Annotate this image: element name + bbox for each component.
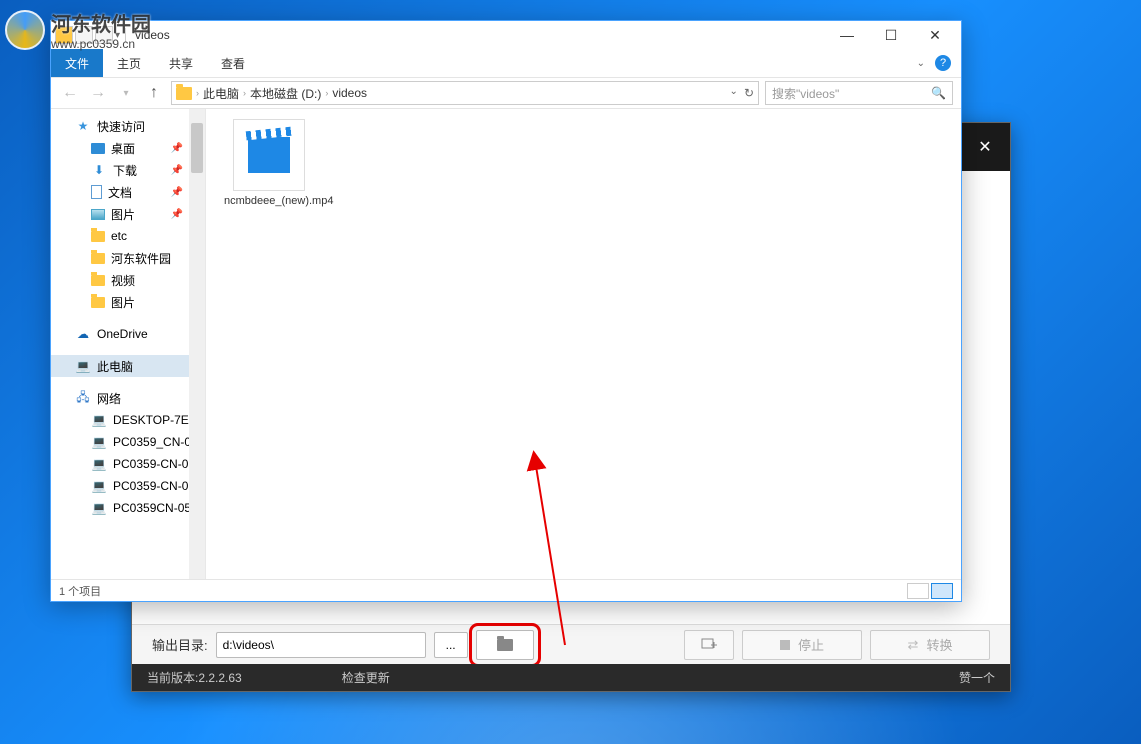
folder-icon bbox=[91, 275, 105, 286]
pc-icon: 💻 bbox=[91, 456, 107, 472]
folder-icon bbox=[91, 297, 105, 308]
search-input[interactable]: 搜索"videos" 🔍 bbox=[765, 81, 953, 105]
ribbon: 文件 主页 共享 查看 ⌄ ? bbox=[51, 49, 961, 77]
ribbon-collapse-icon[interactable]: ⌄ bbox=[917, 58, 925, 69]
file-item[interactable]: ncmbdeee_(new).mp4 bbox=[224, 119, 314, 207]
browse-button[interactable]: ... bbox=[434, 632, 468, 658]
tab-file[interactable]: 文件 bbox=[51, 49, 103, 77]
nav-up-button[interactable]: ↑ bbox=[143, 82, 165, 104]
breadcrumb-dropdown-icon[interactable]: ⌄ bbox=[730, 86, 738, 100]
add-button[interactable] bbox=[684, 630, 734, 660]
pc-icon: 💻 bbox=[91, 478, 107, 494]
download-icon: ⬇ bbox=[91, 162, 107, 178]
stop-icon bbox=[780, 640, 790, 650]
star-icon: ★ bbox=[75, 118, 91, 134]
cloud-icon: ☁ bbox=[75, 326, 91, 342]
watermark-title: 河东软件园 bbox=[51, 8, 151, 37]
pictures-icon bbox=[91, 209, 105, 220]
scrollbar-thumb[interactable] bbox=[191, 123, 203, 173]
sidebar-net-item[interactable]: 💻PC0359-CN-01 bbox=[51, 453, 205, 475]
desktop-icon bbox=[91, 143, 105, 154]
pin-icon: 📌 bbox=[171, 143, 183, 154]
pin-icon: 📌 bbox=[171, 187, 183, 198]
output-dir-label: 输出目录: bbox=[152, 635, 208, 654]
view-icons-button[interactable] bbox=[931, 583, 953, 599]
pin-icon: 📌 bbox=[171, 165, 183, 176]
pc-icon: 💻 bbox=[91, 412, 107, 428]
breadcrumb[interactable]: ›此电脑 ›本地磁盘 (D:) ›videos ⌄ ↻ bbox=[171, 81, 759, 105]
stop-button[interactable]: 停止 bbox=[742, 630, 862, 660]
convert-button[interactable]: ⇄ 转换 bbox=[870, 630, 990, 660]
tab-share[interactable]: 共享 bbox=[155, 49, 207, 77]
help-icon[interactable]: ? bbox=[935, 55, 951, 71]
nav-recent-button[interactable]: ▾ bbox=[115, 82, 137, 104]
pc-icon: 💻 bbox=[91, 434, 107, 450]
sidebar-onedrive[interactable]: ☁OneDrive bbox=[51, 323, 205, 345]
convert-icon: ⇄ bbox=[908, 637, 919, 653]
converter-bottombar: 输出目录: d:\videos\ ... 停止 ⇄ 转换 bbox=[132, 624, 1010, 664]
folder-icon bbox=[176, 87, 192, 100]
item-count: 1 个项目 bbox=[59, 583, 101, 599]
sidebar-downloads[interactable]: ⬇下载📌 bbox=[51, 159, 205, 181]
file-name: ncmbdeee_(new).mp4 bbox=[224, 195, 314, 207]
network-icon: 🖧 bbox=[75, 390, 91, 406]
sidebar-etc[interactable]: etc bbox=[51, 225, 205, 247]
pin-icon: 📌 bbox=[171, 209, 183, 220]
minimize-button[interactable]: — bbox=[825, 22, 869, 48]
sidebar-this-pc[interactable]: 💻此电脑 bbox=[51, 355, 205, 377]
view-details-button[interactable] bbox=[907, 583, 929, 599]
converter-statusbar: 当前版本:2.2.2.63 检查更新 赞一个 bbox=[132, 664, 1010, 691]
sidebar-pic2[interactable]: 图片 bbox=[51, 291, 205, 313]
check-update-link[interactable]: 检查更新 bbox=[342, 669, 959, 686]
watermark-url: www.pc0359.cn bbox=[51, 37, 151, 51]
sidebar-desktop[interactable]: 桌面📌 bbox=[51, 137, 205, 159]
sidebar-net-item[interactable]: 💻PC0359-CN-02 bbox=[51, 475, 205, 497]
like-link[interactable]: 赞一个 bbox=[959, 669, 995, 686]
nav-back-button[interactable]: ← bbox=[59, 82, 81, 104]
maximize-button[interactable]: ☐ bbox=[869, 22, 913, 48]
output-dir-input[interactable]: d:\videos\ bbox=[216, 632, 426, 658]
converter-close-icon[interactable]: ✕ bbox=[970, 132, 1000, 162]
status-bar: 1 个项目 bbox=[51, 579, 961, 601]
search-icon: 🔍 bbox=[931, 86, 946, 100]
folder-icon bbox=[91, 253, 105, 264]
sidebar-net-item[interactable]: 💻DESKTOP-7ETC bbox=[51, 409, 205, 431]
sidebar-pictures[interactable]: 图片📌 bbox=[51, 203, 205, 225]
sidebar-net-item[interactable]: 💻PC0359_CN-08 bbox=[51, 431, 205, 453]
nav-forward-button[interactable]: → bbox=[87, 82, 109, 104]
file-list[interactable]: ncmbdeee_(new).mp4 bbox=[206, 109, 961, 579]
explorer-window: ▾ videos — ☐ ✕ 文件 主页 共享 查看 ⌄ ? ← → ▾ ↑ ›… bbox=[50, 20, 962, 602]
watermark: 河东软件园 www.pc0359.cn bbox=[5, 8, 151, 51]
tab-view[interactable]: 查看 bbox=[207, 49, 259, 77]
folder-icon bbox=[91, 231, 105, 242]
sidebar-quick-access[interactable]: ★快速访问 bbox=[51, 115, 205, 137]
folder-icon bbox=[497, 639, 513, 651]
address-bar: ← → ▾ ↑ ›此电脑 ›本地磁盘 (D:) ›videos ⌄ ↻ 搜索"v… bbox=[51, 77, 961, 109]
explorer-titlebar[interactable]: ▾ videos — ☐ ✕ bbox=[51, 21, 961, 49]
pc-icon: 💻 bbox=[75, 358, 91, 374]
close-button[interactable]: ✕ bbox=[913, 22, 957, 48]
sidebar-network[interactable]: 🖧网络 bbox=[51, 387, 205, 409]
sidebar-hedong[interactable]: 河东软件园 bbox=[51, 247, 205, 269]
sidebar-video[interactable]: 视频 bbox=[51, 269, 205, 291]
document-icon bbox=[91, 185, 102, 199]
video-file-icon bbox=[233, 119, 305, 191]
tab-home[interactable]: 主页 bbox=[103, 49, 155, 77]
sidebar-net-item[interactable]: 💻PC0359CN-05- bbox=[51, 497, 205, 519]
open-folder-button[interactable] bbox=[476, 630, 534, 660]
sidebar-documents[interactable]: 文档📌 bbox=[51, 181, 205, 203]
pc-icon: 💻 bbox=[91, 500, 107, 516]
refresh-icon[interactable]: ↻ bbox=[744, 86, 754, 100]
sidebar: ★快速访问 桌面📌 ⬇下载📌 文档📌 图片📌 etc 河东软件园 视频 图片 ☁… bbox=[51, 109, 206, 579]
watermark-logo bbox=[5, 10, 45, 50]
